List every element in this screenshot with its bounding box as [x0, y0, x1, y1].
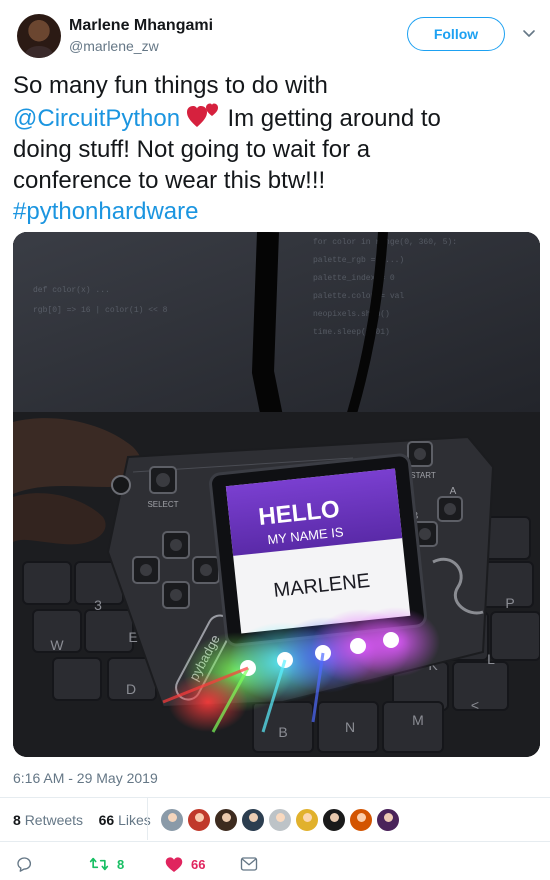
svg-text:W: W — [50, 637, 64, 653]
svg-text:M: M — [412, 712, 424, 728]
mention-link[interactable]: @CircuitPython — [13, 105, 180, 132]
like-button[interactable]: 66 — [165, 853, 205, 875]
likers-avatars[interactable] — [160, 808, 403, 834]
reply-button[interactable] — [15, 853, 33, 875]
chevron-down-icon[interactable] — [522, 26, 536, 40]
likes-stat[interactable]: 66 Likes — [99, 812, 151, 828]
svg-text:time.sleep(0.01): time.sleep(0.01) — [313, 328, 390, 337]
liker-avatar[interactable] — [160, 808, 184, 832]
direct-message-button[interactable] — [240, 853, 258, 875]
liker-avatar[interactable] — [268, 808, 292, 832]
svg-text:A: A — [450, 486, 457, 497]
stats-separator — [147, 798, 148, 840]
tweet-line: doing stuff! Not going to wait for a — [13, 136, 371, 163]
tweet-line: conference to wear this btw!!! — [13, 167, 326, 194]
svg-text:<: < — [471, 697, 479, 713]
liker-avatar[interactable] — [241, 808, 265, 832]
svg-text:3: 3 — [94, 597, 102, 613]
liker-avatar[interactable] — [187, 808, 211, 832]
heart-icon — [165, 856, 183, 872]
svg-text:L: L — [487, 651, 495, 667]
tweet-photo[interactable]: for color in range(0, 360, 5): palette_r… — [13, 232, 540, 757]
svg-text:B: B — [278, 724, 287, 740]
liker-avatar[interactable] — [376, 808, 400, 832]
svg-text:P: P — [505, 595, 514, 611]
svg-text:def color(x) ...: def color(x) ... — [33, 286, 110, 295]
liker-avatar[interactable] — [322, 808, 346, 832]
retweets-stat[interactable]: 8 Retweets — [13, 812, 83, 828]
tweet-line: So many fun things to do with — [13, 72, 328, 99]
reply-icon — [17, 857, 32, 872]
retweet-icon — [89, 857, 109, 871]
svg-text:START: START — [410, 471, 436, 480]
tweet-header: Marlene Mhangami @marlene_zw Follow — [17, 14, 542, 60]
divider — [0, 797, 550, 798]
svg-text:palette_rgb = (...): palette_rgb = (...) — [313, 256, 404, 265]
follow-button[interactable]: Follow — [407, 17, 505, 51]
svg-text:N: N — [345, 719, 355, 735]
svg-text:SELECT: SELECT — [147, 500, 178, 509]
liker-avatar[interactable] — [214, 808, 238, 832]
liker-avatar[interactable] — [295, 808, 319, 832]
tweet-timestamp[interactable]: 6:16 AM - 29 May 2019 — [13, 770, 158, 786]
svg-text:rgb[0] => 16 | color(1) << 8: rgb[0] => 16 | color(1) << 8 — [33, 306, 168, 315]
author-name[interactable]: Marlene Mhangami — [69, 17, 213, 35]
like-count: 66 — [191, 856, 206, 872]
divider — [0, 841, 550, 842]
tweet-line: #pythonhardware — [13, 196, 533, 227]
svg-text:palette.color = val: palette.color = val — [313, 292, 404, 301]
tweet-stats: 8 Retweets 66 Likes — [13, 812, 151, 828]
author-handle[interactable]: @marlene_zw — [69, 38, 159, 54]
retweet-count: 8 — [117, 856, 125, 872]
photo-illustration: for color in range(0, 360, 5): palette_r… — [13, 232, 540, 757]
tweet-actions: 8 66 — [13, 853, 313, 875]
retweet-button[interactable]: 8 — [89, 853, 124, 875]
two-hearts-icon — [186, 103, 218, 127]
hashtag-link[interactable]: #pythonhardware — [13, 198, 198, 225]
svg-text:D: D — [126, 681, 136, 697]
avatar[interactable] — [17, 14, 61, 58]
tweet-line: @CircuitPython Im getting around to — [13, 101, 533, 134]
tweet-text: So many fun things to do with @CircuitPy… — [13, 70, 533, 227]
liker-avatar[interactable] — [349, 808, 373, 832]
envelope-icon — [240, 857, 258, 871]
